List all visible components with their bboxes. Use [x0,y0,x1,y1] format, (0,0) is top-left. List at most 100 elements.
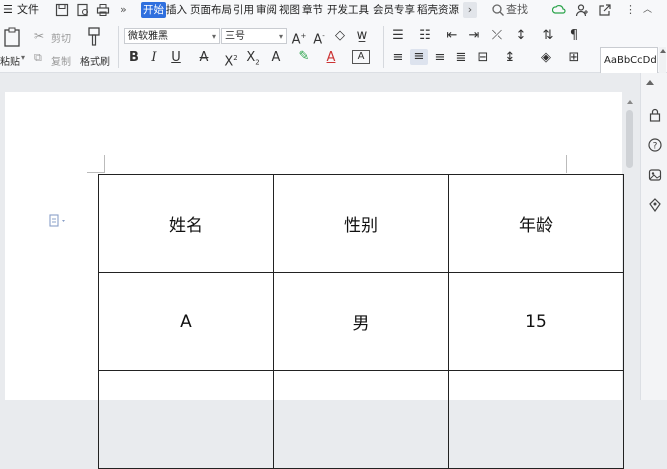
subscript-icon[interactable]: X2 [244,50,262,71]
table-cell[interactable]: A [98,272,274,371]
sort-icon[interactable]: ⇅ [540,28,556,44]
tab-review[interactable]: 审阅 [256,2,277,18]
header-cell-gender[interactable]: 性别 [273,174,449,273]
highlight-icon[interactable]: ✎ [296,49,312,65]
header-cell-age[interactable]: 年龄 [448,174,624,273]
tab-member[interactable]: 会员专享 [373,2,415,18]
share-user-icon[interactable] [575,3,589,17]
collapse-ribbon-icon[interactable]: ︿ [643,2,652,18]
print-preview-icon[interactable] [76,3,90,17]
help-icon[interactable]: ? [648,138,662,152]
table-header-row: 姓名 性别 年龄 [98,174,624,273]
shading-icon[interactable]: ◈ [538,50,554,66]
align-right-icon[interactable]: ≡ [432,50,448,66]
bold-icon[interactable]: B [127,50,141,66]
chinese-layout-icon[interactable]: ⤫ [489,28,505,44]
strikethrough-icon[interactable]: A [195,50,213,66]
align-center-icon[interactable]: ≡ [410,49,428,65]
table-cell[interactable]: 15 [448,272,624,371]
clear-format-icon[interactable]: ◇ [332,28,348,44]
bullet-list-icon[interactable]: ☰ [390,28,406,44]
font-color-icon[interactable]: A [323,50,339,66]
tab-insert[interactable]: 插入 [166,2,187,18]
header-cell-name[interactable]: 姓名 [98,174,274,273]
right-side-panel [640,73,667,400]
cloud-sync-icon[interactable] [552,3,566,17]
tab-home[interactable]: 开始 [141,2,166,18]
align-left-icon[interactable]: ≡ [390,50,406,66]
line-spacing-icon[interactable]: ↨ [502,50,518,66]
borders-icon[interactable]: ⊞ [566,50,582,66]
format-painter-label[interactable]: 格式刷 [80,53,110,68]
tab-references[interactable]: 引用 [233,2,254,18]
margin-mark [104,155,105,173]
search-icon[interactable] [491,3,505,17]
chevron-down-icon: ▾ [278,32,283,41]
tab-developer[interactable]: 开发工具 [327,2,369,18]
cut-icon[interactable]: ✂ [34,28,44,44]
scroll-up-icon[interactable] [627,100,633,104]
numbered-list-icon[interactable]: ☷ [417,28,433,44]
vertical-scrollbar-thumb[interactable] [626,110,633,168]
table-row [98,370,624,469]
hamburger-icon[interactable]: ☰ [3,2,13,18]
phonetic-guide-icon[interactable]: w̲ [352,28,372,44]
text-direction-icon[interactable]: ↕ [513,28,529,44]
paste-label[interactable]: 粘贴 [0,53,20,68]
show-marks-icon[interactable]: ¶ [566,28,582,44]
increase-indent-icon[interactable]: ⇥ [466,28,482,44]
margin-mark [87,172,104,173]
more-options-icon[interactable]: ⋮ [625,2,636,18]
navigation-icon[interactable] [648,198,662,212]
margin-mark [566,155,567,173]
table-row: A 男 15 [98,272,624,371]
decrease-indent-icon[interactable]: ⇤ [444,28,460,44]
paragraph-handle-icon[interactable] [49,214,69,228]
tab-chapter[interactable]: 章节 [302,2,323,18]
panel-collapse-icon[interactable] [646,80,654,85]
more-chevron-icon[interactable]: » [120,2,127,18]
separator [383,26,384,68]
char-shading-icon[interactable]: A [267,50,285,66]
svg-text:?: ? [653,142,658,152]
distributed-align-icon[interactable]: ⊟ [475,50,491,66]
search-label[interactable]: 查找 [506,2,528,18]
tab-view[interactable]: 视图 [279,2,300,18]
style-sample-text: AaBbCcDd [604,55,657,66]
print-icon[interactable] [96,3,110,17]
data-table[interactable]: 姓名 性别 年龄 A 男 15 [98,174,624,469]
char-border-icon[interactable]: A [352,50,370,64]
file-menu[interactable]: 文件 [17,2,39,18]
format-painter-icon[interactable] [86,27,102,47]
font-size-select[interactable]: 三号 ▾ [221,28,287,44]
menu-bar: ☰ 文件 » 开始 插入 页面布局 引用 审阅 视图 章节 开发工具 会员专享 … [0,0,667,20]
italic-icon[interactable]: I [147,50,161,66]
table-cell[interactable]: 男 [273,272,449,371]
font-size-value: 三号 [225,31,245,42]
font-name-value: 微软雅黑 [128,31,168,42]
decrease-font-icon[interactable]: A- [311,28,327,48]
underline-icon[interactable]: U [167,50,185,66]
copy-icon[interactable]: ⧉ [34,50,42,66]
table-cell[interactable] [273,370,449,469]
table-cell[interactable] [98,370,274,469]
paste-dropdown-icon[interactable]: ▾ [21,53,25,62]
tab-page-layout[interactable]: 页面布局 [190,2,232,18]
separator [118,26,119,68]
justify-icon[interactable]: ≣ [453,50,469,66]
copy-label[interactable]: 复制 [51,53,71,68]
superscript-icon[interactable]: X2 [222,50,240,70]
tabs-scroll-right-icon[interactable]: › [463,2,477,18]
image-tool-icon[interactable] [648,168,662,182]
lock-icon[interactable] [648,108,662,122]
font-name-select[interactable]: 微软雅黑 ▾ [124,28,220,44]
table-cell[interactable] [448,370,624,469]
export-share-icon[interactable] [598,3,612,17]
cut-label[interactable]: 剪切 [51,30,71,45]
paste-icon[interactable] [3,27,21,47]
increase-font-icon[interactable]: A+ [291,28,307,48]
tab-docer[interactable]: 稻壳资源 [417,2,459,18]
ribbon-toolbar: 粘贴 ▾ ✂ 剪切 ⧉ 复制 格式刷 微软雅黑 ▾ 三号 ▾ A+ A- ◇ w̲ … [0,20,667,88]
save-icon[interactable] [55,3,69,17]
chevron-down-icon: ▾ [211,32,216,41]
